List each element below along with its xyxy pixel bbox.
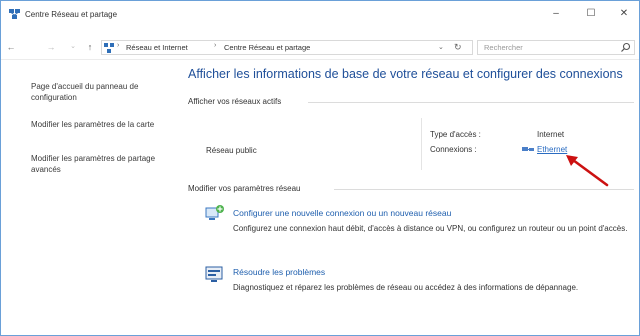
control-panel-icon: [104, 43, 114, 53]
section-divider: [308, 102, 634, 103]
page-title: Afficher les informations de base de vot…: [188, 67, 623, 81]
new-connection-description: Configurez une connexion haut débit, d'a…: [233, 224, 628, 233]
navigation-bar: ← → ⌄ ↑ › Réseau et Internet › Centre Ré…: [1, 37, 639, 57]
network-center-icon: [9, 9, 20, 19]
red-arrow-annotation: [566, 155, 609, 187]
search-box[interactable]: Rechercher: [477, 40, 635, 55]
sidebar-item-control-panel-home[interactable]: Page d'accueil du panneau de configurati…: [31, 81, 171, 103]
address-bar[interactable]: › Réseau et Internet › Centre Réseau et …: [101, 40, 473, 55]
up-arrow-icon[interactable]: ↑: [84, 40, 96, 54]
window-title: Centre Réseau et partage: [25, 10, 118, 19]
access-type-label: Type d'accès :: [430, 130, 481, 139]
header-divider: [1, 59, 639, 60]
refresh-icon[interactable]: ↻: [454, 42, 462, 53]
breadcrumb-reseau-internet[interactable]: Réseau et Internet: [126, 43, 188, 52]
new-connection-icon: [205, 205, 224, 220]
recent-locations-chevron-icon[interactable]: ⌄: [67, 40, 79, 54]
vertical-divider: [421, 118, 422, 170]
breadcrumb-separator[interactable]: ›: [117, 42, 119, 49]
title-bar: Centre Réseau et partage – ☐ ✕: [1, 1, 639, 27]
forward-arrow-icon[interactable]: →: [45, 40, 57, 54]
troubleshoot-link[interactable]: Résoudre les problèmes: [233, 267, 325, 277]
search-icon[interactable]: [620, 42, 631, 53]
breadcrumb-centre-reseau[interactable]: Centre Réseau et partage: [224, 43, 310, 52]
sidebar-item-advanced-sharing[interactable]: Modifier les paramètres de partage avanc…: [31, 153, 171, 175]
connections-label: Connexions :: [430, 145, 477, 154]
section-divider: [334, 189, 634, 190]
access-type-value: Internet: [537, 130, 565, 139]
address-dropdown-icon[interactable]: ⌄: [438, 43, 444, 51]
active-networks-heading: Afficher vos réseaux actifs: [188, 97, 282, 106]
breadcrumb-separator[interactable]: ›: [214, 42, 216, 49]
ethernet-icon: [522, 147, 534, 151]
sidebar-item-adapter-settings[interactable]: Modifier les paramètres de la carte: [31, 119, 171, 130]
minimize-button[interactable]: –: [541, 5, 571, 23]
troubleshoot-description: Diagnostiquez et réparez les problèmes d…: [233, 283, 579, 292]
search-placeholder[interactable]: Rechercher: [484, 43, 523, 52]
modify-settings-heading: Modifier vos paramètres réseau: [188, 184, 301, 193]
new-connection-link[interactable]: Configurer une nouvelle connexion ou un …: [233, 208, 451, 218]
network-name: Réseau public: [206, 146, 257, 155]
window: Centre Réseau et partage – ☐ ✕ ← → ⌄ ↑ ›…: [0, 0, 640, 336]
close-button[interactable]: ✕: [609, 5, 639, 23]
troubleshoot-icon: [205, 266, 223, 282]
back-arrow-icon[interactable]: ←: [5, 40, 17, 54]
maximize-button[interactable]: ☐: [576, 5, 606, 23]
